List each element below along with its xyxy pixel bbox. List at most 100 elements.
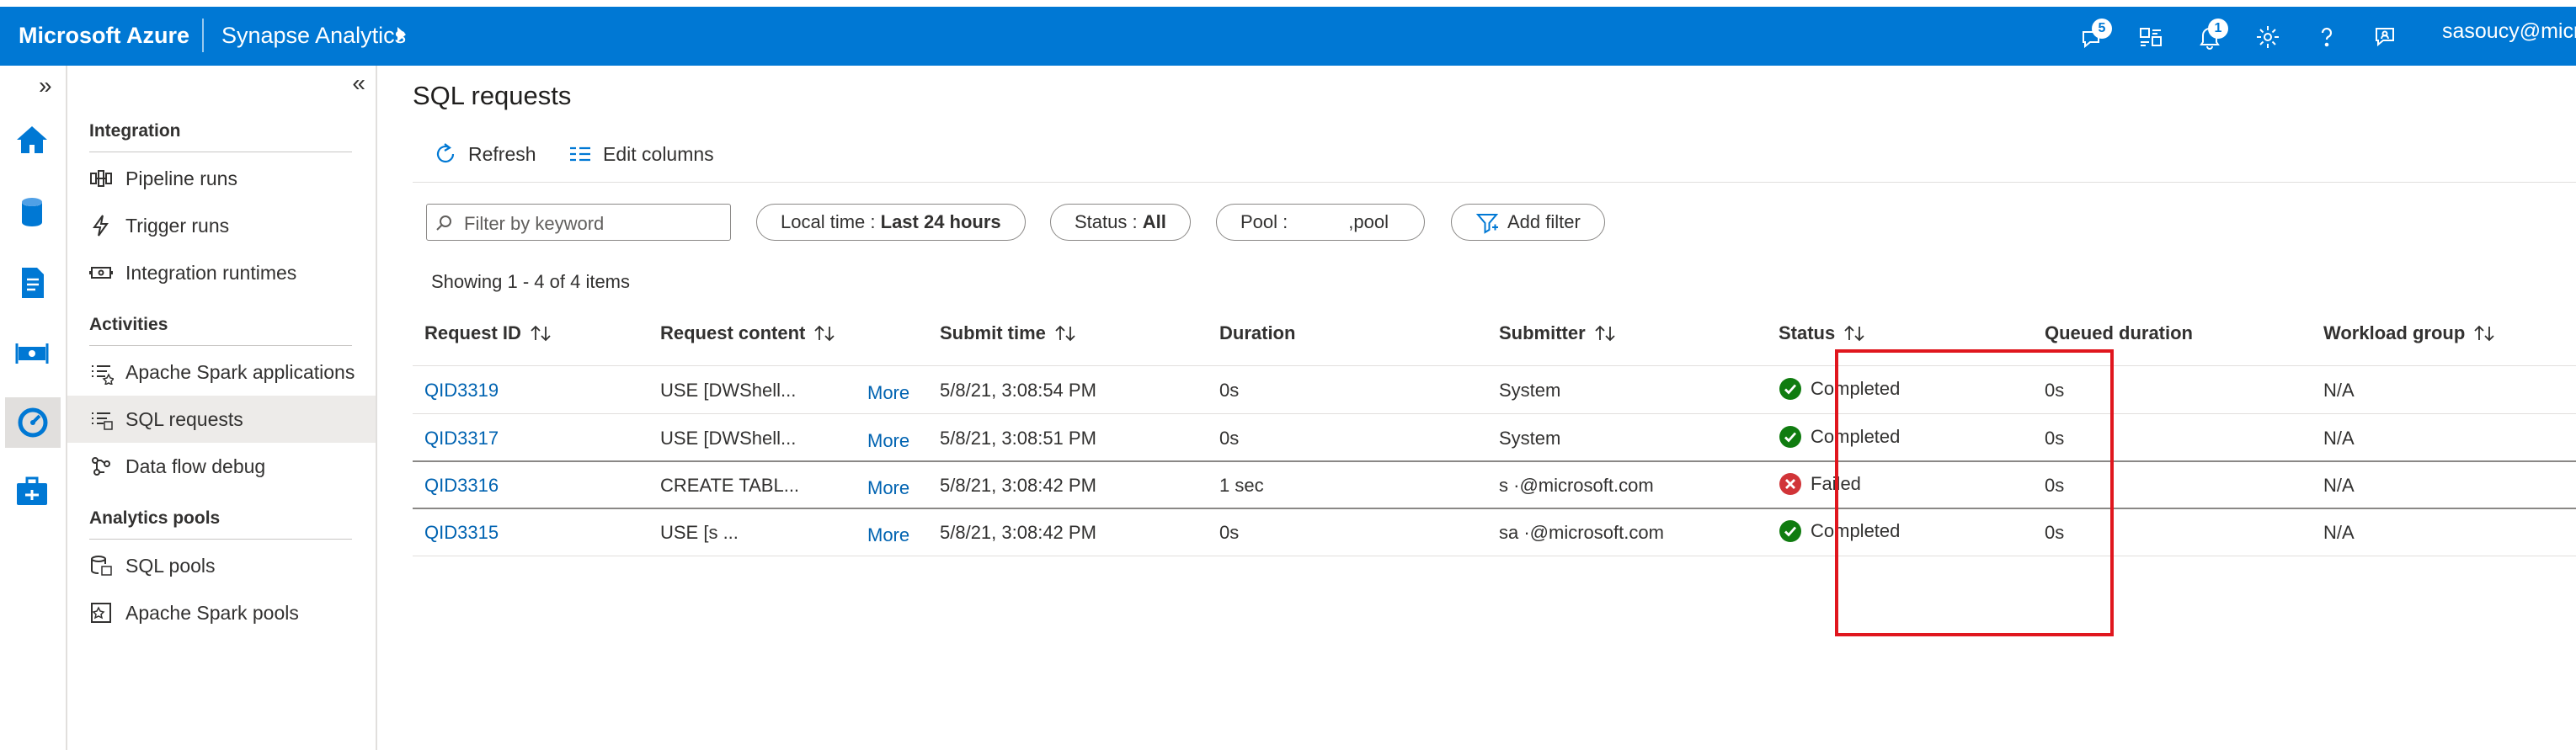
header-divider xyxy=(413,365,2576,366)
column-header-label: Duration xyxy=(1219,322,1296,343)
directory-filter-icon[interactable] xyxy=(2134,20,2168,54)
spark-applications-icon xyxy=(88,359,115,386)
column-header-submitter[interactable]: Submitter xyxy=(1499,322,1616,344)
items-count: Showing 1 - 4 of 4 items xyxy=(431,271,631,292)
refresh-button[interactable]: Refresh xyxy=(433,141,536,167)
nav-item-apache-spark-pools[interactable]: Apache Spark pools xyxy=(67,589,376,636)
sort-icon[interactable] xyxy=(2473,324,2495,343)
edit-columns-label: Edit columns xyxy=(603,142,714,165)
nav-item-pipeline-runs[interactable]: Pipeline runs xyxy=(67,155,376,202)
home-icon[interactable] xyxy=(12,120,52,160)
expand-rail-icon[interactable]: » xyxy=(39,72,52,99)
column-header-label: Submitter xyxy=(1499,322,1586,343)
completed-check-icon xyxy=(1779,426,1801,448)
submitter-cell: sa ·@microsoft.com xyxy=(1499,522,1664,543)
service-name[interactable]: Synapse Analytics xyxy=(221,23,406,49)
brand-title[interactable]: Microsoft Azure xyxy=(19,23,189,49)
column-header-status[interactable]: Status xyxy=(1779,322,1865,344)
sort-icon[interactable] xyxy=(530,324,552,343)
filter-icon xyxy=(1475,214,1499,234)
monitor-nav-pane: « Integration Pipeline runs Trigger runs… xyxy=(67,66,377,750)
failed-error-icon xyxy=(1779,473,1801,495)
submit-time-cell: 5/8/21, 3:08:51 PM xyxy=(940,428,1096,449)
sort-icon[interactable] xyxy=(813,324,835,343)
column-header-submit-time[interactable]: Submit time xyxy=(940,322,1076,344)
monitor-hub-icon[interactable] xyxy=(5,397,61,448)
nav-item-label: Pipeline runs xyxy=(125,167,237,189)
column-header-label: Request content xyxy=(660,322,806,343)
request-content-cell: USE [DWShell... xyxy=(660,428,797,449)
request-id-link[interactable]: QID3315 xyxy=(424,522,499,544)
request-content-cell: USE [DWShell... xyxy=(660,380,797,401)
column-header-request-id[interactable]: Request ID xyxy=(424,322,552,344)
feedback-bubble-icon[interactable]: 5 xyxy=(2077,19,2112,54)
column-header-duration[interactable]: Duration xyxy=(1219,322,1295,344)
pipeline-icon xyxy=(88,165,115,192)
top-band xyxy=(0,0,2576,7)
workload-group-cell: N/A xyxy=(2323,475,2355,496)
completed-check-icon xyxy=(1779,520,1801,542)
page-title: SQL requests xyxy=(413,81,572,110)
request-content-cell: USE [s ... xyxy=(660,522,739,543)
request-id-link[interactable]: QID3317 xyxy=(424,428,499,449)
nav-item-data-flow-debug[interactable]: Data flow debug xyxy=(67,443,376,490)
keyword-search-input[interactable]: Filter by keyword xyxy=(426,204,731,241)
manage-hub-icon[interactable] xyxy=(12,471,52,512)
column-header-label: Queued duration xyxy=(2045,322,2193,343)
request-id-link[interactable]: QID3316 xyxy=(424,475,499,497)
service-caret-icon[interactable] xyxy=(397,27,406,42)
help-icon[interactable] xyxy=(2310,20,2344,54)
time-filter-value: Last 24 hours xyxy=(880,211,1001,232)
nav-group-analytics-pools: Analytics pools xyxy=(89,508,221,528)
data-hub-icon[interactable] xyxy=(12,192,52,232)
sql-pools-icon xyxy=(88,552,115,579)
pool-filter-pill[interactable]: Pool : ,pool xyxy=(1216,204,1425,241)
nav-item-trigger-runs[interactable]: Trigger runs xyxy=(67,202,376,249)
search-icon xyxy=(436,215,451,231)
gear-icon[interactable] xyxy=(2251,20,2285,54)
sort-ascending-icon[interactable] xyxy=(1054,324,1076,343)
submitter-cell: System xyxy=(1499,380,1561,401)
columns-icon xyxy=(570,146,590,162)
column-header-workload-group[interactable]: Workload group xyxy=(2323,322,2495,344)
edit-columns-button[interactable]: Edit columns xyxy=(568,141,714,167)
sort-icon[interactable] xyxy=(1843,324,1865,343)
nav-item-label: Trigger runs xyxy=(125,214,230,237)
duration-cell: 0s xyxy=(1219,380,1240,401)
collapse-pane-icon[interactable]: « xyxy=(352,70,365,97)
more-link[interactable]: More xyxy=(867,477,909,499)
alerts-badge: 1 xyxy=(2208,19,2228,39)
column-header-queued-duration[interactable]: Queued duration xyxy=(2045,322,2193,344)
feedback-icon[interactable] xyxy=(2368,20,2402,54)
submit-time-cell: 5/8/21, 3:08:42 PM xyxy=(940,475,1096,496)
nav-item-sql-pools[interactable]: SQL pools xyxy=(67,542,376,589)
more-link[interactable]: More xyxy=(867,524,909,546)
more-link[interactable]: More xyxy=(867,382,909,404)
bell-icon[interactable]: 1 xyxy=(2193,19,2228,54)
nav-group-divider xyxy=(89,345,352,346)
nav-item-apache-spark-applications[interactable]: Apache Spark applications xyxy=(67,348,376,396)
nav-item-label: Data flow debug xyxy=(125,455,266,477)
add-filter-button[interactable]: Add filter xyxy=(1451,204,1605,241)
nav-item-label: Integration runtimes xyxy=(125,261,297,284)
pool-filter-value: ,pool xyxy=(1348,211,1389,232)
submitter-cell: s ·@microsoft.com xyxy=(1499,475,1654,496)
column-header-label: Status xyxy=(1779,322,1836,343)
duration-cell: 0s xyxy=(1219,522,1240,543)
data-flow-debug-icon xyxy=(88,453,115,480)
integrate-hub-icon[interactable] xyxy=(12,333,52,374)
status-filter-pill[interactable]: Status : All xyxy=(1050,204,1191,241)
more-link[interactable]: More xyxy=(867,430,909,452)
nav-group-divider xyxy=(89,539,352,540)
nav-item-sql-requests[interactable]: SQL requests xyxy=(67,396,376,443)
top-bar: Microsoft Azure Synapse Analytics 5 1 sa… xyxy=(0,7,2576,66)
nav-group-integration: Integration xyxy=(89,121,181,141)
user-account[interactable]: sasoucy@micr xyxy=(2442,19,2576,44)
column-header-request-content[interactable]: Request content xyxy=(660,322,835,344)
request-id-link[interactable]: QID3319 xyxy=(424,380,499,402)
hub-rail: » xyxy=(0,66,67,750)
sort-icon[interactable] xyxy=(1594,324,1616,343)
develop-hub-icon[interactable] xyxy=(12,263,52,303)
time-filter-pill[interactable]: Local time : Last 24 hours xyxy=(756,204,1026,241)
nav-item-integration-runtimes[interactable]: Integration runtimes xyxy=(67,249,376,296)
